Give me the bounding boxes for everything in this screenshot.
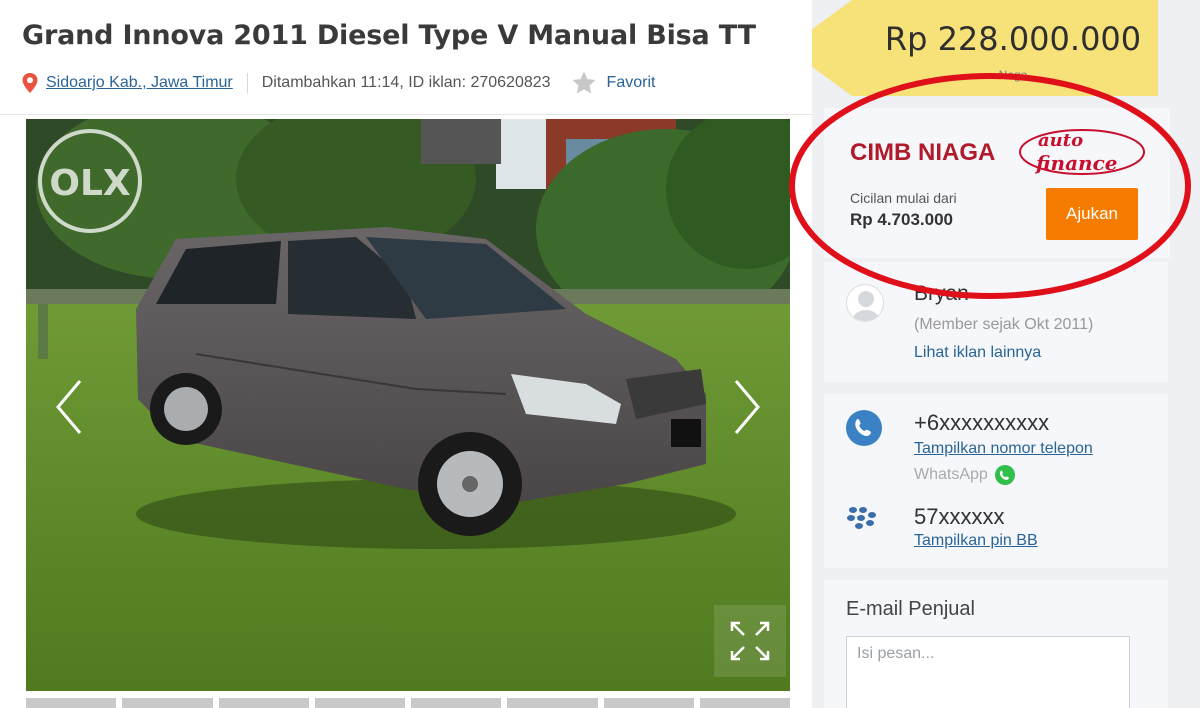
whatsapp-icon (994, 465, 1015, 485)
show-pin-link[interactable]: Tampilkan pin BB (914, 532, 1038, 550)
apply-button[interactable]: Ajukan (1046, 188, 1138, 240)
seller-name: Bryan (914, 282, 969, 305)
sidebar: Rp 228.000.000 Nego CIMB NIAGA auto fina… (812, 0, 1200, 708)
thumbnail[interactable] (603, 698, 694, 708)
installment-label: Cicilan mulai dari (850, 190, 957, 206)
show-phone-link[interactable]: Tampilkan nomor telepon (914, 440, 1093, 458)
phone-number: +6xxxxxxxxxx (914, 410, 1050, 435)
header-divider (0, 114, 812, 115)
listing-photo[interactable]: OLX (26, 119, 790, 691)
email-seller-title: E-mail Penjual (846, 598, 975, 620)
user-icon (852, 291, 880, 321)
location-pin-icon (22, 73, 38, 93)
expand-icon (730, 621, 770, 661)
installment-value: Rp 4.703.000 (850, 210, 954, 229)
listing-meta: Sidoarjo Kab., Jawa Timur Ditambahkan 11… (22, 66, 655, 100)
listing-title: Grand Innova 2011 Diesel Type V Manual B… (22, 20, 756, 51)
blackberry-icon (847, 507, 876, 529)
email-seller-card: E-mail Penjual (824, 580, 1168, 708)
bb-pin: 57xxxxxx (914, 504, 1005, 529)
olx-watermark: OLX (38, 129, 142, 233)
member-since: (Member sejak Okt 2011) (914, 316, 1094, 333)
favorite-button[interactable]: Favorit (607, 74, 656, 92)
thumbnail[interactable] (122, 698, 213, 708)
svg-text:finance: finance (1034, 151, 1117, 175)
listing-main: Grand Innova 2011 Diesel Type V Manual B… (0, 0, 812, 708)
svg-text:auto: auto (1038, 130, 1083, 151)
price-amount: Rp 228.000.000 (884, 20, 1142, 58)
thumbnail[interactable] (218, 698, 309, 708)
svg-text:CIMB NIAGA: CIMB NIAGA (850, 139, 995, 166)
svg-text:OLX: OLX (49, 163, 131, 204)
other-ads-link[interactable]: Lihat iklan lainnya (914, 344, 1041, 362)
star-icon[interactable] (571, 70, 597, 96)
thumbnail[interactable] (26, 698, 117, 708)
whatsapp-label: WhatsApp (914, 466, 988, 483)
thumbnail[interactable] (699, 698, 790, 708)
thumbnail[interactable] (314, 698, 405, 708)
contact-card: +6xxxxxxxxxx Tampilkan nomor telepon Wha… (824, 394, 1168, 568)
avatar (846, 284, 884, 322)
location-link[interactable]: Sidoarjo Kab., Jawa Timur (46, 74, 233, 92)
thumbnail[interactable] (507, 698, 598, 708)
seller-card: Bryan (Member sejak Okt 2011) Lihat ikla… (824, 262, 1168, 382)
thumbnail[interactable] (411, 698, 502, 708)
previous-photo-arrow-icon[interactable] (52, 377, 86, 437)
added-info: Ditambahkan 11:14, ID iklan: 270620823 (261, 74, 551, 91)
price-tag: Rp 228.000.000 Nego (812, 0, 1158, 96)
thumbnail-strip (26, 698, 790, 708)
message-input[interactable] (846, 636, 1130, 708)
cimb-niaga-auto-finance-logo: CIMB NIAGA auto finance (850, 129, 1145, 175)
phone-icon (846, 410, 882, 446)
meta-divider (246, 73, 248, 93)
financing-card: CIMB NIAGA auto finance Cicilan mulai da… (824, 108, 1170, 258)
next-photo-arrow-icon[interactable] (730, 377, 764, 437)
nego-label: Nego (998, 68, 1028, 82)
fullscreen-button[interactable] (714, 605, 786, 677)
whatsapp-row: WhatsApp (914, 464, 1016, 486)
